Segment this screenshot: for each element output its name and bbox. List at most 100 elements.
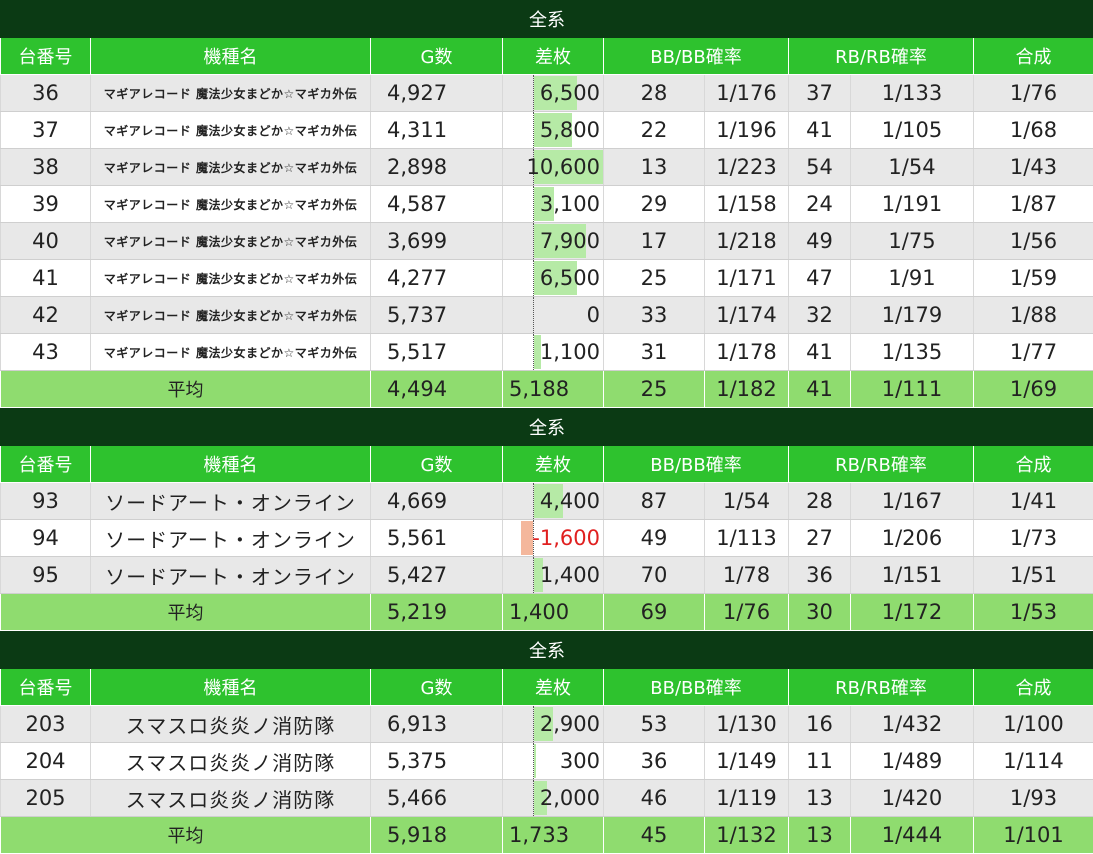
header-bb[interactable]: BB/BB確率	[604, 38, 789, 75]
bb-count: 25	[604, 260, 705, 297]
bb-count: 70	[604, 557, 705, 594]
machine-name: ソードアート・オンライン	[91, 520, 371, 557]
average-row: 平均5,9181,733451/132131/4441/101	[1, 817, 1093, 854]
table-row[interactable]: 37マギアレコード 魔法少女まどか☆マギカ外伝4,3115,800221/196…	[1, 112, 1093, 149]
bb-count: 29	[604, 186, 705, 223]
bb-count: 31	[604, 334, 705, 371]
header-name[interactable]: 機種名	[91, 446, 371, 483]
game-count: 6,913	[371, 706, 503, 743]
header-bb[interactable]: BB/BB確率	[604, 446, 789, 483]
diff-cell: 2,900	[503, 706, 604, 743]
diff-cell: 10,600	[503, 149, 604, 186]
rb-count: 27	[789, 520, 851, 557]
combined-probability: 1/41	[974, 483, 1093, 520]
diff-value: -1,600	[532, 520, 600, 556]
rb-probability: 1/432	[851, 706, 974, 743]
header-diff[interactable]: 差枚	[503, 446, 604, 483]
header-rb[interactable]: RB/RB確率	[789, 669, 974, 706]
table-row[interactable]: 43マギアレコード 魔法少女まどか☆マギカ外伝5,5171,100311/178…	[1, 334, 1093, 371]
bb-probability: 1/178	[705, 334, 789, 371]
game-count: 5,517	[371, 334, 503, 371]
bb-count: 22	[604, 112, 705, 149]
table-row[interactable]: 42マギアレコード 魔法少女まどか☆マギカ外伝5,7370331/174321/…	[1, 297, 1093, 334]
rb-probability: 1/167	[851, 483, 974, 520]
machine-number: 203	[1, 706, 91, 743]
machine-name: マギアレコード 魔法少女まどか☆マギカ外伝	[91, 75, 371, 112]
machine-table: 全系台番号機種名G数差枚BB/BB確率RB/RB確率合成203スマスロ炎炎ノ消防…	[0, 631, 1093, 854]
diff-cell: -1,600	[503, 520, 604, 557]
game-count: 5,561	[371, 520, 503, 557]
bb-count: 33	[604, 297, 705, 334]
combined-probability: 1/43	[974, 149, 1093, 186]
diff-cell: 3,100	[503, 186, 604, 223]
machine-name: マギアレコード 魔法少女まどか☆マギカ外伝	[91, 334, 371, 371]
bb-probability: 1/174	[705, 297, 789, 334]
header-rb[interactable]: RB/RB確率	[789, 38, 974, 75]
header-machine-no[interactable]: 台番号	[1, 38, 91, 75]
diff-value: 2,900	[540, 706, 600, 742]
header-combined[interactable]: 合成	[974, 446, 1093, 483]
diff-value: 3,100	[540, 186, 600, 222]
table-row[interactable]: 204スマスロ炎炎ノ消防隊5,375300361/149111/4891/114	[1, 743, 1093, 780]
header-rb[interactable]: RB/RB確率	[789, 446, 974, 483]
bb-probability: 1/130	[705, 706, 789, 743]
table-row[interactable]: 95ソードアート・オンライン5,4271,400701/78361/1511/5…	[1, 557, 1093, 594]
diff-bar-area: 0	[503, 297, 603, 333]
bb-count: 49	[604, 520, 705, 557]
machine-name: マギアレコード 魔法少女まどか☆マギカ外伝	[91, 186, 371, 223]
header-games[interactable]: G数	[371, 446, 503, 483]
header-machine-no[interactable]: 台番号	[1, 446, 91, 483]
diff-cell: 300	[503, 743, 604, 780]
table-row[interactable]: 36マギアレコード 魔法少女まどか☆マギカ外伝4,9276,500281/176…	[1, 75, 1093, 112]
bb-count: 36	[604, 743, 705, 780]
average-label: 平均	[1, 817, 371, 854]
game-count: 4,587	[371, 186, 503, 223]
diff-value: 6,500	[540, 260, 600, 296]
average-bb-probability: 1/76	[705, 594, 789, 631]
header-games[interactable]: G数	[371, 38, 503, 75]
bb-probability: 1/158	[705, 186, 789, 223]
diff-bar-area: 300	[503, 743, 603, 779]
header-combined[interactable]: 合成	[974, 669, 1093, 706]
table-row[interactable]: 41マギアレコード 魔法少女まどか☆マギカ外伝4,2776,500251/171…	[1, 260, 1093, 297]
header-name[interactable]: 機種名	[91, 38, 371, 75]
header-name[interactable]: 機種名	[91, 669, 371, 706]
diff-value: 4,400	[540, 483, 600, 519]
rb-count: 16	[789, 706, 851, 743]
machine-number: 204	[1, 743, 91, 780]
machine-number: 43	[1, 334, 91, 371]
machine-name: スマスロ炎炎ノ消防隊	[91, 706, 371, 743]
bb-probability: 1/196	[705, 112, 789, 149]
diff-value: 5,800	[540, 112, 600, 148]
header-games[interactable]: G数	[371, 669, 503, 706]
average-bb-probability: 1/182	[705, 371, 789, 408]
table-row[interactable]: 39マギアレコード 魔法少女まどか☆マギカ外伝4,5873,100291/158…	[1, 186, 1093, 223]
machine-number: 205	[1, 780, 91, 817]
rb-probability: 1/151	[851, 557, 974, 594]
game-count: 5,737	[371, 297, 503, 334]
combined-probability: 1/73	[974, 520, 1093, 557]
header-machine-no[interactable]: 台番号	[1, 669, 91, 706]
combined-probability: 1/59	[974, 260, 1093, 297]
rb-probability: 1/75	[851, 223, 974, 260]
rb-count: 28	[789, 483, 851, 520]
header-combined[interactable]: 合成	[974, 38, 1093, 75]
header-diff[interactable]: 差枚	[503, 669, 604, 706]
rb-count: 36	[789, 557, 851, 594]
table-row[interactable]: 205スマスロ炎炎ノ消防隊5,4662,000461/119131/4201/9…	[1, 780, 1093, 817]
diff-value: 2,000	[540, 780, 600, 816]
header-bb[interactable]: BB/BB確率	[604, 669, 789, 706]
machine-number: 41	[1, 260, 91, 297]
average-rb-probability: 1/111	[851, 371, 974, 408]
table-row[interactable]: 94ソードアート・オンライン5,561-1,600491/113271/2061…	[1, 520, 1093, 557]
header-diff[interactable]: 差枚	[503, 38, 604, 75]
table-row[interactable]: 93ソードアート・オンライン4,6694,400871/54281/1671/4…	[1, 483, 1093, 520]
combined-probability: 1/77	[974, 334, 1093, 371]
table-row[interactable]: 38マギアレコード 魔法少女まどか☆マギカ外伝2,89810,600131/22…	[1, 149, 1093, 186]
table-row[interactable]: 203スマスロ炎炎ノ消防隊6,9132,900531/130161/4321/1…	[1, 706, 1093, 743]
average-bb-probability: 1/132	[705, 817, 789, 854]
machine-number: 42	[1, 297, 91, 334]
rb-count: 13	[789, 780, 851, 817]
table-row[interactable]: 40マギアレコード 魔法少女まどか☆マギカ外伝3,6997,900171/218…	[1, 223, 1093, 260]
combined-probability: 1/51	[974, 557, 1093, 594]
